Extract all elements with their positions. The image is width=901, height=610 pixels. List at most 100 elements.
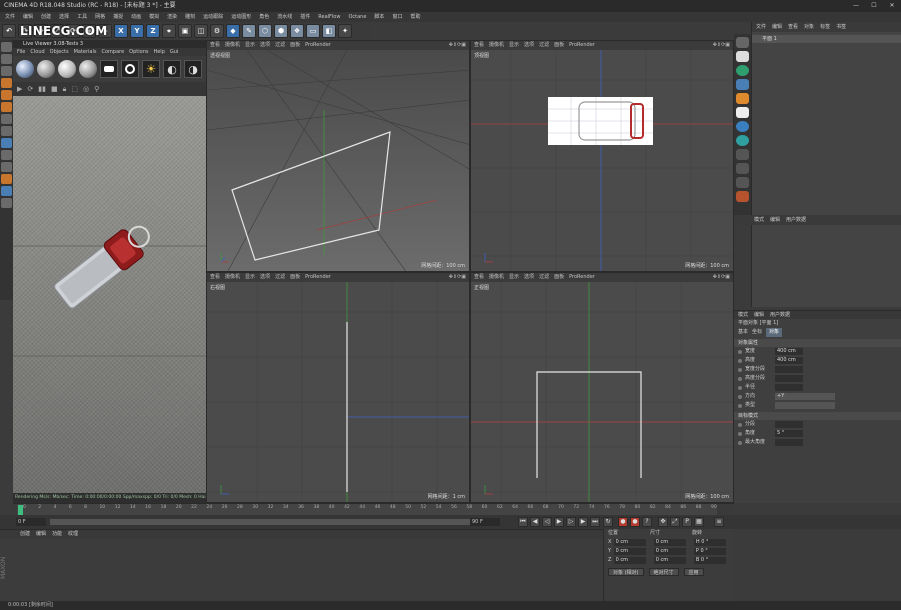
vp-menu-prorender[interactable]: ProRender — [569, 273, 595, 282]
go-to-start-icon[interactable]: ⏮ — [518, 517, 528, 527]
subdivision-icon[interactable]: ⬡ — [258, 24, 272, 38]
render-icon[interactable]: ▶ — [17, 85, 22, 93]
height-segments-field[interactable] — [775, 375, 803, 382]
size-z-field[interactable]: 0 cm — [653, 557, 686, 564]
axis-mode-icon[interactable] — [1, 114, 12, 124]
material-preview-icon[interactable] — [16, 60, 34, 78]
coordinate-system-icon[interactable]: ⌖ — [162, 24, 176, 38]
target-icon[interactable] — [121, 60, 139, 78]
render-view-icon[interactable]: ▣ — [178, 24, 192, 38]
vp-menu-prorender[interactable]: ProRender — [305, 273, 331, 282]
orientation-select[interactable]: +Y — [775, 393, 835, 400]
type-select[interactable] — [775, 402, 835, 409]
vp-menu-panel[interactable]: 面板 — [290, 41, 300, 50]
plugin-icon[interactable] — [736, 191, 749, 202]
timeline-playhead[interactable] — [18, 505, 23, 515]
mm-menu-edit[interactable]: 编辑 — [36, 530, 46, 539]
dots-icon[interactable] — [736, 121, 749, 132]
vp-menu-view[interactable]: 查看 — [210, 273, 220, 282]
lv-menu-materials[interactable]: Materials — [74, 48, 97, 56]
lv-menu-options[interactable]: Options — [129, 48, 148, 56]
coordinate-mode-select[interactable]: 对象 (相对) — [608, 568, 644, 576]
lv-menu-gui[interactable]: Gui — [170, 48, 178, 56]
lv-menu-objects[interactable]: Objects — [50, 48, 69, 56]
pos-x-field[interactable]: 0 cm — [613, 539, 646, 546]
radius-field[interactable] — [775, 384, 803, 391]
rotate-key-icon[interactable]: P — [682, 517, 692, 527]
menu-file[interactable]: 文件 — [2, 12, 18, 22]
menu-motion-tracking[interactable]: 运动跟踪 — [200, 12, 226, 22]
film-icon[interactable] — [736, 177, 749, 188]
menu-animate[interactable]: 动画 — [128, 12, 144, 22]
vp-menu-view[interactable]: 查看 — [210, 41, 220, 50]
pos-z-field[interactable]: 0 cm — [613, 557, 646, 564]
texture-icon[interactable] — [100, 60, 118, 78]
menu-help[interactable]: 帮助 — [407, 12, 423, 22]
paint-icon[interactable] — [1, 174, 12, 184]
make-editable-icon[interactable] — [1, 42, 12, 52]
grid-icon[interactable] — [1, 198, 12, 208]
width-field[interactable]: 400 cm — [775, 348, 803, 355]
edge-mode-icon[interactable] — [1, 90, 12, 100]
vp-menu-prorender[interactable]: ProRender — [305, 41, 331, 50]
next-frame-icon[interactable]: ▷ — [566, 517, 576, 527]
vp-menu-display[interactable]: 显示 — [245, 273, 255, 282]
heart-icon[interactable] — [736, 107, 749, 118]
lock-icon[interactable]: 🔒︎ — [63, 85, 67, 94]
tab-basic[interactable]: 基本 — [738, 328, 748, 337]
axis-z-button[interactable]: Z — [146, 24, 160, 38]
viewport-nav-icon[interactable]: ✥⇕⟳▣ — [449, 273, 466, 282]
menu-sculpt[interactable]: 雕刻 — [182, 12, 198, 22]
vp-menu-cameras[interactable]: 摄像机 — [489, 273, 504, 282]
cube-icon[interactable]: ◆ — [226, 24, 240, 38]
prev-frame-icon[interactable]: ◁ — [542, 517, 552, 527]
cloud-icon[interactable] — [736, 79, 749, 90]
arrow-down-icon[interactable] — [736, 51, 749, 62]
lv-menu-help[interactable]: Help — [153, 48, 164, 56]
next-key-icon[interactable]: ▶ — [578, 517, 588, 527]
menu-mesh[interactable]: 网格 — [92, 12, 108, 22]
viewport-right[interactable]: 查看 摄像机 显示 选项 过滤 面板 ProRender ✥⇕⟳▣ 右视图 网格… — [206, 272, 470, 503]
menu-window[interactable]: 窗口 — [389, 12, 405, 22]
vp-menu-cameras[interactable]: 摄像机 — [225, 273, 240, 282]
keyframe-icon[interactable] — [738, 349, 742, 354]
render-settings-icon[interactable]: ⚙ — [210, 24, 224, 38]
play-icon[interactable]: ▶ — [554, 517, 564, 527]
vp-menu-panel[interactable]: 面板 — [554, 273, 564, 282]
polygon-mode-icon[interactable] — [1, 102, 12, 112]
max-angle-field[interactable] — [775, 439, 803, 446]
menu-snap[interactable]: 捕捉 — [110, 12, 126, 22]
menu-simulate[interactable]: 模拟 — [146, 12, 162, 22]
menu-character[interactable]: 角色 — [256, 12, 272, 22]
keyframe-icon[interactable] — [738, 403, 742, 408]
attach-icon[interactable] — [736, 37, 749, 48]
start-frame-field[interactable]: 0 F — [16, 518, 46, 526]
camera-icon[interactable]: ◧ — [322, 24, 336, 38]
keyframe-icon[interactable] — [738, 385, 742, 390]
vp-menu-view[interactable]: 查看 — [474, 41, 484, 50]
pos-y-field[interactable]: 0 cm — [613, 548, 646, 555]
half-sphere-icon[interactable]: ◐ — [163, 60, 181, 78]
om-menu-tags[interactable]: 标签 — [820, 22, 830, 32]
region-icon[interactable]: ⬚ — [71, 85, 78, 93]
width-segments-field[interactable] — [775, 366, 803, 373]
timeline[interactable]: 0 2 4 6 8 10 12 14 16 18 20 22 24 26 28 30 32 34 36 38 40 42 4… — [13, 503, 734, 516]
pin-icon[interactable]: ⚲ — [94, 85, 99, 93]
param-key-icon[interactable]: ▦ — [694, 517, 704, 527]
size-mode-select[interactable]: 绝对尺寸 — [648, 568, 679, 576]
vp-menu-display[interactable]: 显示 — [509, 273, 519, 282]
floor-icon[interactable]: ▭ — [306, 24, 320, 38]
octane-icon[interactable] — [736, 65, 749, 76]
solo-icon[interactable] — [1, 186, 12, 196]
vp-menu-options[interactable]: 选项 — [260, 273, 270, 282]
vp-menu-options[interactable]: 选项 — [260, 41, 270, 50]
om-menu-edit[interactable]: 编辑 — [772, 22, 782, 32]
stop-icon[interactable]: ■ — [51, 85, 58, 93]
axis-x-button[interactable]: X — [114, 24, 128, 38]
layers-icon[interactable] — [736, 149, 749, 160]
render-region-icon[interactable]: ◫ — [194, 24, 208, 38]
point-mode-icon[interactable] — [1, 78, 12, 88]
am-menu-edit[interactable]: 编辑 — [754, 311, 764, 319]
vp-menu-panel[interactable]: 面板 — [290, 273, 300, 282]
menu-select[interactable]: 选择 — [56, 12, 72, 22]
